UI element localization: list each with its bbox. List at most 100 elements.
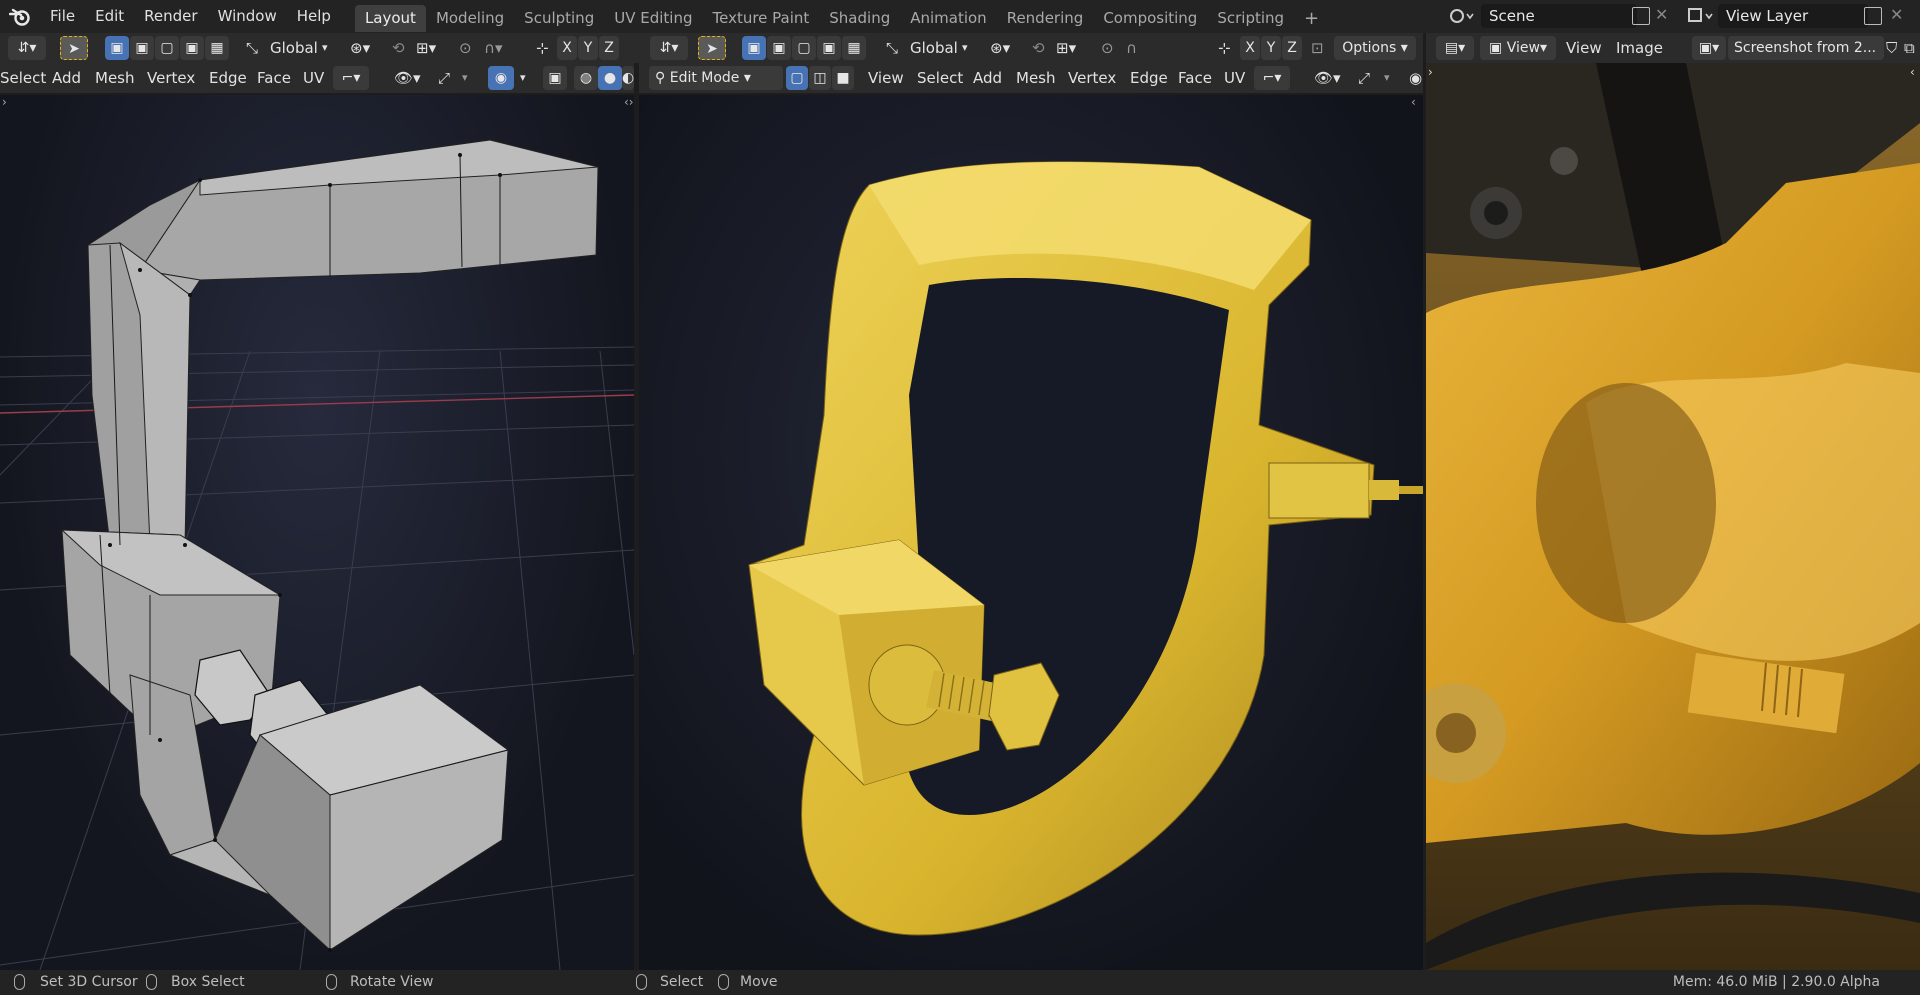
tab-scripting[interactable]: Scripting	[1207, 5, 1294, 32]
menu-file[interactable]: File	[40, 0, 85, 33]
xray-icon[interactable]: ▣	[543, 66, 567, 90]
falloff-icon[interactable]: ∩	[1120, 35, 1143, 61]
wireframe-shading-icon[interactable]: ◍	[574, 66, 598, 90]
menu-add[interactable]: Add	[967, 65, 1008, 91]
snap-increment-icon[interactable]: ⊞▾	[410, 35, 442, 61]
tab-modeling[interactable]: Modeling	[426, 5, 514, 32]
chevron-down-icon[interactable]: ▾	[956, 35, 974, 61]
orientation-select[interactable]: Global	[904, 35, 964, 61]
close-icon[interactable]: ✕	[1655, 5, 1668, 24]
uv-sync-icon[interactable]: ⌐▾	[1254, 66, 1290, 90]
pivot-point-icon[interactable]: ⊛▾	[344, 35, 376, 61]
axis-y-toggle[interactable]: Y	[578, 36, 598, 60]
menu-help[interactable]: Help	[287, 0, 341, 33]
new-image-icon[interactable]: ⧉	[1898, 35, 1920, 61]
menu-mesh[interactable]: Mesh	[1010, 65, 1062, 91]
select-mode-intersect-icon[interactable]: ▦	[205, 36, 229, 60]
menu-vertex[interactable]: Vertex	[141, 65, 201, 91]
new-view-layer-icon[interactable]	[1864, 7, 1882, 25]
menu-vertex[interactable]: Vertex	[1062, 65, 1122, 91]
toolbar-toggle-icon[interactable]: ‹›	[624, 95, 634, 109]
uv-sync-icon[interactable]: ⌐▾	[333, 66, 369, 90]
select-tool-icon[interactable]: ➤	[60, 36, 88, 60]
orientation-icon[interactable]: ⤡	[880, 35, 904, 61]
view-layer-icon[interactable]	[1686, 5, 1716, 27]
menu-render[interactable]: Render	[134, 0, 207, 33]
axis-z-toggle[interactable]: Z	[1282, 36, 1302, 60]
menu-uv[interactable]: UV	[297, 65, 330, 91]
view-layer-name-field[interactable]: View Layer	[1718, 4, 1868, 28]
tab-uv-editing[interactable]: UV Editing	[604, 5, 702, 32]
menu-mesh[interactable]: Mesh	[89, 65, 141, 91]
select-mode-subtract-icon[interactable]: ▢	[155, 36, 179, 60]
editor-type-icon[interactable]: ⚲ Edit Mode ▾	[649, 66, 783, 90]
scene-name-field[interactable]: Scene	[1481, 4, 1637, 28]
axis-x-toggle[interactable]: X	[1240, 36, 1260, 60]
menu-select[interactable]: Select	[0, 65, 52, 91]
pivot-point-icon[interactable]: ⊛▾	[984, 35, 1016, 61]
snap-icon[interactable]: ⟲	[386, 35, 411, 61]
image-browse-icon[interactable]: ▣▾	[1692, 36, 1726, 60]
material-shading-icon[interactable]: ◐	[622, 66, 634, 90]
menu-view[interactable]: View	[1560, 35, 1608, 61]
sidebar-toggle-icon[interactable]: ›	[2, 95, 7, 109]
menu-edit[interactable]: Edit	[85, 0, 134, 33]
viewport-rendered[interactable]: ‹	[639, 95, 1423, 970]
chevron-down-icon[interactable]: ▾	[456, 65, 474, 91]
select-mode-intersect-icon[interactable]: ▦	[842, 36, 866, 60]
tab-animation[interactable]: Animation	[900, 5, 996, 32]
add-workspace-button[interactable]: +	[1294, 5, 1329, 32]
image-editor-viewport[interactable]: › ‹	[1426, 63, 1920, 970]
overlays-icon[interactable]: ◉	[488, 66, 514, 90]
axis-y-toggle[interactable]: Y	[1261, 36, 1281, 60]
orientation-icon[interactable]: ⤡	[240, 35, 264, 61]
image-mode-icon[interactable]: ▣ View▾	[1480, 36, 1556, 60]
new-scene-icon[interactable]	[1632, 7, 1650, 25]
axis-x-toggle[interactable]: X	[557, 36, 577, 60]
visibility-icon[interactable]: 👁▾	[1308, 65, 1347, 91]
select-mode-new-icon[interactable]: ▣	[105, 36, 129, 60]
mirror-icon[interactable]: ⊹	[530, 35, 555, 61]
vertex-select-mode-icon[interactable]: ▢	[786, 66, 808, 90]
editor-type-icon[interactable]: ⇵▾	[650, 36, 688, 60]
menu-uv[interactable]: UV	[1218, 65, 1251, 91]
snap-increment-icon[interactable]: ⊞▾	[1050, 35, 1082, 61]
options-dropdown[interactable]: Options ▾	[1334, 36, 1416, 60]
blender-logo-icon[interactable]	[0, 0, 40, 33]
solid-shading-icon[interactable]: ●	[598, 66, 622, 90]
sidebar-toggle-icon[interactable]: ‹	[1411, 95, 1416, 109]
menu-select[interactable]: Select	[911, 65, 969, 91]
select-mode-extend-icon[interactable]: ▣	[767, 36, 791, 60]
proportional-edit-icon[interactable]: ⊙	[453, 35, 478, 61]
mirror-icon[interactable]: ⊹	[1212, 35, 1237, 61]
menu-image[interactable]: Image	[1610, 35, 1669, 61]
tab-rendering[interactable]: Rendering	[997, 5, 1094, 32]
select-tool-icon[interactable]: ➤	[698, 36, 726, 60]
select-mode-subtract-icon[interactable]: ▢	[792, 36, 816, 60]
face-select-mode-icon[interactable]: ■	[832, 66, 854, 90]
menu-face[interactable]: Face	[1172, 65, 1218, 91]
area-divider[interactable]	[634, 63, 639, 970]
select-mode-invert-icon[interactable]: ▣	[180, 36, 204, 60]
proportional-edit-icon[interactable]: ⊙	[1095, 35, 1120, 61]
snap-icon[interactable]: ⟲	[1026, 35, 1051, 61]
scene-selector-icon[interactable]	[1447, 5, 1477, 27]
editor-type-icon[interactable]: ▤▾	[1436, 36, 1474, 60]
sidebar-toggle-icon[interactable]: ›	[1428, 65, 1433, 79]
tab-texture-paint[interactable]: Texture Paint	[702, 5, 819, 32]
auto-merge-icon[interactable]: ⊡	[1305, 35, 1330, 61]
visibility-icon[interactable]: 👁▾	[388, 65, 427, 91]
select-mode-extend-icon[interactable]: ▣	[130, 36, 154, 60]
select-mode-new-icon[interactable]: ▣	[742, 36, 766, 60]
toolbar-toggle-icon[interactable]: ‹	[1910, 65, 1915, 79]
menu-add[interactable]: Add	[46, 65, 87, 91]
menu-edge[interactable]: Edge	[203, 65, 253, 91]
chevron-down-icon[interactable]: ▾	[1378, 65, 1396, 91]
edge-select-mode-icon[interactable]: ◫	[809, 66, 831, 90]
chevron-down-icon[interactable]: ▾	[316, 35, 334, 61]
image-name-field[interactable]: Screenshot from 2...	[1728, 36, 1884, 60]
tab-layout[interactable]: Layout	[354, 4, 426, 32]
viewport-wireframe[interactable]: › ‹›	[0, 95, 634, 970]
gizmo-icon[interactable]: ⤢	[432, 65, 456, 91]
menu-face[interactable]: Face	[251, 65, 297, 91]
